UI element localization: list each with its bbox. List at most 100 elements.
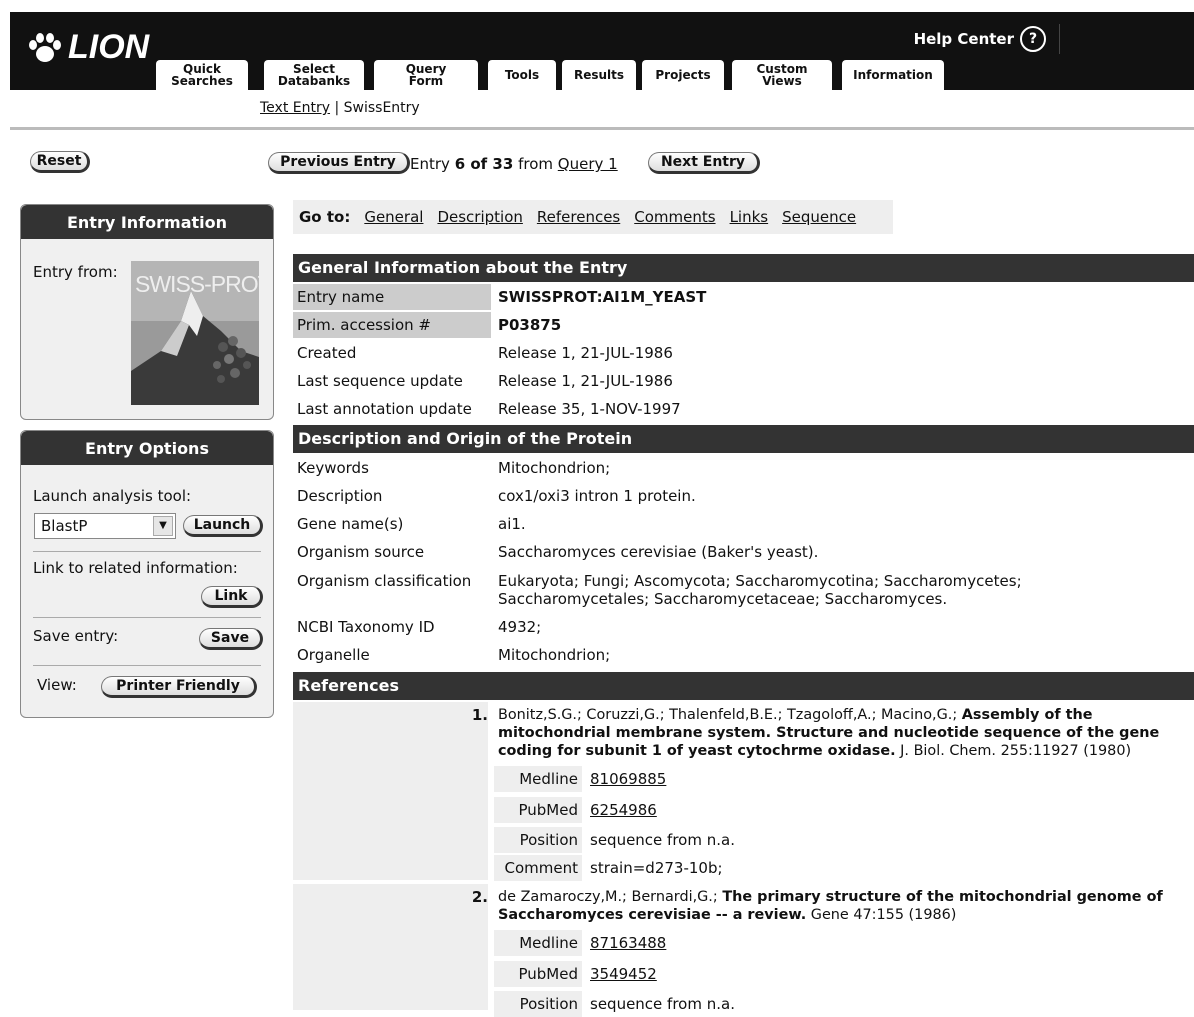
tab-label: Projects <box>655 68 711 82</box>
goto-description-link[interactable]: Description <box>437 208 522 226</box>
table-row: Organelle Mitochondrion; <box>293 642 1194 670</box>
previous-entry-button[interactable]: Previous Entry <box>268 152 410 174</box>
reference-title: coding for subunit 1 of yeast cytochrme … <box>498 743 896 759</box>
entry-word: Entry <box>410 155 450 173</box>
table-row: Last sequence update Release 1, 21-JUL-19… <box>293 368 1194 396</box>
tab-label: Form <box>408 74 444 88</box>
goto-links-link[interactable]: Links <box>730 208 769 226</box>
goto-sequence-link[interactable]: Sequence <box>782 208 856 226</box>
pubmed-label: PubMed <box>494 797 582 823</box>
field-value: ai1. <box>498 515 526 533</box>
description-section-header: Description and Origin of the Protein <box>293 425 1194 453</box>
field-label: Entry name <box>293 284 491 310</box>
logo[interactable]: LION <box>28 28 149 67</box>
medline-value: 87163488 <box>590 930 666 956</box>
medline-link[interactable]: 87163488 <box>590 934 666 952</box>
reference-number-cell <box>293 702 488 880</box>
reset-button[interactable]: Reset <box>30 151 90 173</box>
medline-label: Medline <box>494 766 582 792</box>
goto-general-link[interactable]: General <box>364 208 423 226</box>
tab-projects[interactable]: Projects <box>642 60 724 90</box>
tab-tools[interactable]: Tools <box>488 60 556 90</box>
medline-link[interactable]: 81069885 <box>590 770 666 788</box>
divider <box>33 665 261 666</box>
table-row: Entry name SWISSPROT:AI1M_YEAST <box>293 284 1194 312</box>
field-label: Last sequence update <box>297 372 463 390</box>
selected-tool: BlastP <box>41 517 88 535</box>
general-section-header: General Information about the Entry <box>293 254 1194 282</box>
help-center-label: Help Center <box>913 30 1014 48</box>
save-button[interactable]: Save <box>199 628 263 650</box>
view-label: View: <box>37 676 77 694</box>
text-entry-link[interactable]: Text Entry <box>260 100 330 116</box>
tab-custom-views[interactable]: Custom Views <box>732 60 832 90</box>
reference-authors: de Zamaroczy,M.; Bernardi,G.; <box>498 889 718 905</box>
pubmed-link[interactable]: 6254986 <box>590 801 657 819</box>
entry-options-panel: Entry Options Launch analysis tool: Blas… <box>20 430 274 718</box>
table-row: Created Release 1, 21-JUL-1986 <box>293 340 1194 368</box>
reference-title: Saccharomyces cerevisiae -- a review. <box>498 907 807 923</box>
field-label: Organism classification <box>297 572 472 590</box>
references-section-header: References <box>293 672 1194 700</box>
field-value: cox1/oxi3 intron 1 protein. <box>498 487 696 505</box>
tab-quick-searches[interactable]: Quick Searches <box>156 60 248 90</box>
pubmed-value: 3549452 <box>590 961 657 987</box>
tab-information[interactable]: Information <box>842 60 944 90</box>
tab-label: Results <box>573 68 625 82</box>
help-center-link[interactable]: Help Center ? <box>913 24 1060 54</box>
reference-citation: de Zamaroczy,M.; Bernardi,G.; The primar… <box>498 888 1194 924</box>
next-entry-button[interactable]: Next Entry <box>648 152 760 174</box>
reference-citation: Bonitz,S.G.; Coruzzi,G.; Thalenfeld,B.E.… <box>498 706 1194 760</box>
field-value: Release 1, 21-JUL-1986 <box>498 372 673 390</box>
query-link[interactable]: Query 1 <box>558 155 618 173</box>
tab-select-databanks[interactable]: Select Databanks <box>264 60 364 90</box>
medline-value: 81069885 <box>590 766 666 792</box>
table-row: Gene name(s) ai1. <box>293 511 1194 539</box>
table-row: Last annotation update Release 35, 1-NOV-… <box>293 396 1194 424</box>
reference-number: 1. <box>471 706 488 724</box>
logo-text: LION <box>68 28 150 66</box>
analysis-tool-select[interactable]: BlastP ▼ <box>34 513 176 539</box>
header-divider <box>1059 24 1060 54</box>
printer-friendly-button[interactable]: Printer Friendly <box>101 676 257 698</box>
goto-references-link[interactable]: References <box>537 208 620 226</box>
field-label: Prim. accession # <box>293 312 491 338</box>
field-value: 4932; <box>498 618 542 636</box>
launch-analysis-label: Launch analysis tool: <box>33 487 192 505</box>
launch-button[interactable]: Launch <box>183 515 263 537</box>
tab-label: Tools <box>504 68 540 82</box>
position-label: Position <box>494 827 582 853</box>
breadcrumb-separator: | <box>334 100 340 116</box>
entry-from-label: Entry from: <box>33 263 118 281</box>
position-label: Position <box>494 991 582 1017</box>
reference-authors: Bonitz,S.G.; Coruzzi,G.; Thalenfeld,B.E.… <box>498 707 958 723</box>
field-value: Release 35, 1-NOV-1997 <box>498 400 681 418</box>
table-row: Keywords Mitochondrion; <box>293 455 1194 483</box>
goto-comments-link[interactable]: Comments <box>634 208 715 226</box>
field-value: Release 1, 21-JUL-1986 <box>498 344 673 362</box>
field-value: Saccharomyces cerevisiae (Baker's yeast)… <box>498 543 819 561</box>
panel-title: Entry Information <box>21 205 273 239</box>
divider <box>33 617 261 618</box>
panel-title: Entry Options <box>21 431 273 465</box>
save-entry-label: Save entry: <box>33 627 119 645</box>
goto-label: Go to: <box>299 208 351 226</box>
field-label: Description <box>297 487 383 505</box>
tab-label: Information <box>853 68 933 82</box>
link-button[interactable]: Link <box>201 586 263 608</box>
classification-line: Eukaryota; Fungi; Ascomycota; Saccharomy… <box>498 572 1022 590</box>
tab-results[interactable]: Results <box>562 60 636 90</box>
field-value: Eukaryota; Fungi; Ascomycota; Saccharomy… <box>498 572 1022 608</box>
reference-number: 2. <box>471 888 488 906</box>
swiss-entry-label: SwissEntry <box>343 100 420 116</box>
field-label: Organelle <box>297 646 370 664</box>
classification-line: Saccharomycetales; Saccharomycetaceae; S… <box>498 590 948 608</box>
chevron-down-icon[interactable]: ▼ <box>153 516 173 536</box>
goto-bar: Go to: General Description References Co… <box>293 200 893 234</box>
position-value: sequence from n.a. <box>590 995 735 1013</box>
tab-label: Databanks <box>277 74 351 88</box>
top-header: LION Help Center ? Quick Searches Select D… <box>10 12 1194 90</box>
pubmed-link[interactable]: 3549452 <box>590 965 657 983</box>
field-label: Last annotation update <box>297 400 472 418</box>
tab-query-form[interactable]: Query Form <box>374 60 478 90</box>
